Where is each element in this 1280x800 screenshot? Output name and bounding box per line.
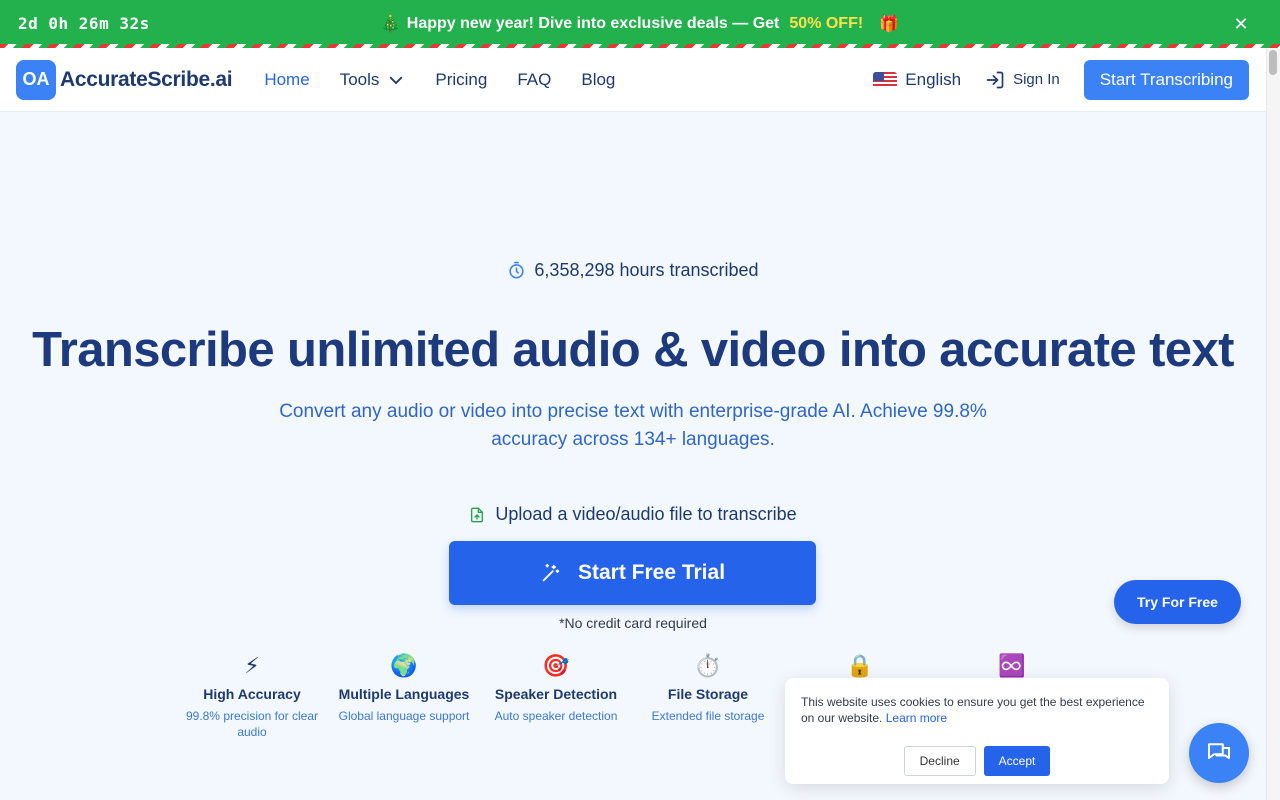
feature-unlimited: ♾️ xyxy=(936,652,1088,680)
tree-icon: 🎄 xyxy=(380,16,401,33)
feature-title: Speaker Detection xyxy=(494,686,618,702)
countdown-timer: 2d 0h 26m 32s xyxy=(18,14,150,33)
nav-link-tools-label: Tools xyxy=(339,69,380,89)
chat-widget-button[interactable] xyxy=(1189,723,1249,783)
learn-more-link[interactable]: Learn more xyxy=(886,711,947,725)
feature-title: File Storage xyxy=(667,686,749,702)
decline-button[interactable]: Decline xyxy=(903,746,976,776)
feature-subtitle: Auto speaker detection xyxy=(494,709,618,723)
lock-icon: 🔒 xyxy=(846,653,874,678)
file-upload-icon xyxy=(471,507,484,522)
us-flag-icon xyxy=(873,71,898,88)
feature-subtitle: Extended file storage xyxy=(651,709,765,723)
nav-link-tools[interactable]: Tools xyxy=(340,70,406,90)
feature-multiple-languages: 🌍 Multiple Languages Global language sup… xyxy=(328,652,480,724)
promo-discount: 50% OFF! xyxy=(789,15,864,32)
promo-text: Happy new year! Dive into exclusive deal… xyxy=(406,15,780,32)
feature-file-storage: ⏱️ File Storage Extended file storage xyxy=(632,652,784,724)
logo[interactable]: OA AccurateScribe.ai xyxy=(16,59,233,100)
feature-subtitle: 99.8% precision for clear audio xyxy=(185,709,319,739)
language-selector[interactable]: English xyxy=(873,70,961,90)
sign-in-link[interactable]: Sign In xyxy=(985,70,1060,90)
hours-text: 6,358,298 hours transcribed xyxy=(534,260,759,280)
cookie-message: This website uses cookies to ensure you … xyxy=(801,694,1153,726)
promo-banner: 2d 0h 26m 32s 🎄 Happy new year! Dive int… xyxy=(0,0,1280,48)
nav-links: Home Tools Pricing FAQ Blog xyxy=(264,70,615,90)
nav-link-blog[interactable]: Blog xyxy=(581,70,615,90)
globe-icon: 🌍 xyxy=(390,653,418,678)
feature-high-accuracy: ⚡ High Accuracy 99.8% precision for clea… xyxy=(176,652,328,740)
nav-right: English Sign In Start Transcribing xyxy=(873,59,1249,100)
scrollbar-track[interactable] xyxy=(1266,48,1280,800)
nav-link-faq[interactable]: FAQ xyxy=(517,70,551,90)
stopwatch-icon xyxy=(509,261,525,279)
nav-link-home[interactable]: Home xyxy=(264,70,309,90)
hero-headline: Transcribe unlimited audio & video into … xyxy=(32,323,1234,377)
stopwatch-icon: ⏱️ xyxy=(694,653,722,678)
close-promo-button[interactable]: ✕ xyxy=(1228,11,1254,37)
chevron-down-icon xyxy=(390,76,403,84)
cookie-text: This website uses cookies to ensure you … xyxy=(801,695,1145,725)
feature-subtitle: Global language support xyxy=(338,709,470,723)
logo-mark: OA xyxy=(16,59,56,100)
feature-title: Multiple Languages xyxy=(338,686,470,702)
cookie-banner: This website uses cookies to ensure you … xyxy=(785,678,1169,784)
close-icon: ✕ xyxy=(1233,13,1249,34)
no-credit-card-note: *No credit card required xyxy=(559,615,707,631)
login-icon xyxy=(986,71,1004,88)
promo-message: 🎄 Happy new year! Dive into exclusive de… xyxy=(381,14,899,34)
nav-link-pricing[interactable]: Pricing xyxy=(435,70,487,90)
chat-icon xyxy=(1208,743,1230,759)
target-icon: 🎯 xyxy=(542,653,570,678)
magic-wand-icon xyxy=(542,563,560,582)
lightning-icon: ⚡ xyxy=(244,653,260,678)
hero-subline: Convert any audio or video into precise … xyxy=(279,401,987,450)
language-label: English xyxy=(905,69,962,89)
navbar: OA AccurateScribe.ai Home Tools Pricing … xyxy=(0,48,1266,112)
feature-security: 🔒 xyxy=(784,652,936,680)
infinity-icon: ♾️ xyxy=(998,653,1026,678)
feature-speaker-detection: 🎯 Speaker Detection Auto speaker detecti… xyxy=(480,652,632,724)
upload-label-text: Upload a video/audio file to transcribe xyxy=(495,504,797,524)
cookie-actions: Decline Accept xyxy=(801,746,1153,776)
try-for-free-button[interactable]: Try For Free xyxy=(1114,580,1241,624)
gift-icon: 🎁 xyxy=(879,16,900,33)
upload-label: Upload a video/audio file to transcribe xyxy=(0,504,1266,525)
accept-button[interactable]: Accept xyxy=(983,746,1051,776)
hours-transcribed: 6,358,298 hours transcribed xyxy=(0,260,1266,281)
start-free-trial-label: Start Free Trial xyxy=(577,561,726,584)
scrollbar-thumb[interactable] xyxy=(1269,50,1277,75)
logo-text: AccurateScribe.ai xyxy=(60,67,233,91)
start-transcribing-button[interactable]: Start Transcribing xyxy=(1083,59,1249,100)
start-free-trial-button[interactable]: Start Free Trial xyxy=(449,541,816,605)
feature-title: High Accuracy xyxy=(203,686,301,702)
sign-in-label: Sign In xyxy=(1013,71,1060,88)
